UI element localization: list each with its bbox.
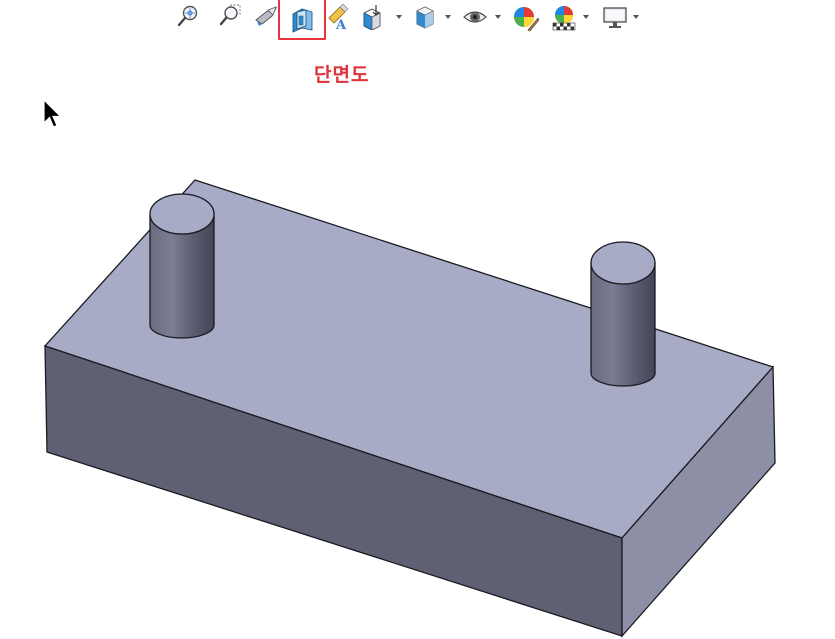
display-style-dropdown[interactable] — [444, 13, 452, 21]
view-orientation-icon — [363, 5, 381, 30]
mouse-cursor-icon — [43, 99, 62, 128]
display-style-button[interactable] — [410, 1, 438, 31]
monitor-icon — [603, 7, 627, 28]
hide-show-items-dropdown[interactable] — [494, 13, 502, 21]
section-view-icon — [292, 8, 313, 33]
apply-scene-icon — [552, 6, 576, 31]
zoom-to-area-button[interactable] — [216, 1, 244, 31]
display-style-icon — [416, 6, 434, 29]
view-orientation-button[interactable] — [358, 1, 386, 31]
apply-scene-button[interactable] — [548, 1, 576, 31]
zoom-to-fit-icon — [177, 5, 198, 27]
eye-icon — [463, 11, 487, 23]
3d-part-model[interactable] — [0, 0, 835, 639]
chevron-down-icon — [633, 15, 639, 19]
left-cylinder-boss — [149, 193, 215, 339]
dynamic-annotation-views-button[interactable]: A — [324, 1, 352, 31]
view-settings-button[interactable] — [600, 1, 628, 31]
graphics-area[interactable]: A 단면도 — [0, 0, 835, 639]
view-orientation-dropdown[interactable] — [395, 13, 403, 21]
view-settings-dropdown[interactable] — [632, 13, 640, 21]
zoom-to-area-icon — [219, 4, 241, 26]
edit-appearance-icon — [514, 7, 540, 32]
svg-text:A: A — [335, 18, 347, 30]
section-view-callout-label: 단면도 — [314, 64, 370, 86]
chevron-down-icon — [495, 15, 501, 19]
chevron-down-icon — [396, 15, 402, 19]
chevron-down-icon — [583, 15, 589, 19]
previous-view-icon — [255, 6, 278, 26]
zoom-to-fit-button[interactable] — [174, 1, 202, 31]
dynamic-annotation-views-icon: A — [328, 4, 349, 30]
apply-scene-dropdown[interactable] — [582, 13, 590, 21]
section-view-button[interactable] — [278, 0, 326, 40]
right-cylinder-boss — [590, 241, 656, 387]
previous-view-button[interactable] — [252, 1, 280, 31]
chevron-down-icon — [445, 15, 451, 19]
edit-appearance-button[interactable] — [510, 1, 540, 32]
hide-show-items-button[interactable] — [460, 1, 488, 31]
heads-up-view-toolbar: A — [172, 0, 652, 40]
